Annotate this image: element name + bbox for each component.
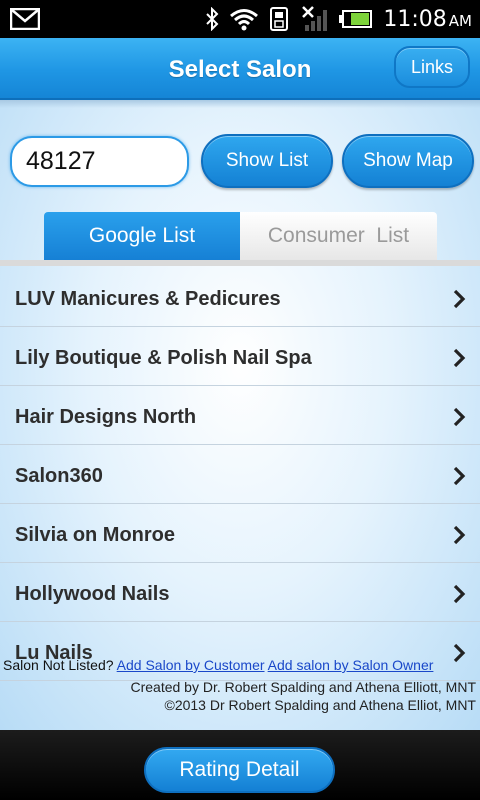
app-header: Select Salon Links — [0, 38, 480, 100]
credit-line: Created by Dr. Robert Spalding and Athen… — [130, 679, 476, 695]
clock: 11:08 AM — [383, 6, 472, 32]
salon-name: Salon360 — [15, 465, 103, 487]
salon-not-listed-row: Salon Not Listed? Add Salon by Customer … — [3, 657, 433, 673]
copyright-line: ©2013 Dr Robert Spalding and Athena Elli… — [164, 697, 477, 713]
sd-card-icon — [270, 7, 289, 31]
chevron-right-icon — [453, 466, 466, 486]
list-item[interactable]: Lily Boutique & Polish Nail Spa — [0, 327, 480, 386]
tab-google-list[interactable]: Google List — [44, 212, 240, 260]
bluetooth-icon — [206, 7, 219, 31]
gmail-icon — [10, 8, 40, 30]
list-item[interactable]: LUV Manicures & Pedicures — [0, 268, 480, 327]
tab-consumer-list-label: Consumer List — [267, 224, 410, 247]
chevron-right-icon — [453, 525, 466, 545]
tab-consumer-list[interactable]: Consumer List — [240, 212, 437, 260]
add-salon-by-customer-link[interactable]: Add Salon by Customer — [117, 657, 265, 673]
list-item[interactable]: Hollywood Nails — [0, 563, 480, 622]
chevron-right-icon — [453, 348, 466, 368]
salon-name: Hollywood Nails — [15, 583, 170, 605]
salon-name: Hair Designs North — [15, 406, 197, 428]
zip-code-input[interactable]: 48127 — [10, 136, 189, 187]
battery-icon — [339, 10, 373, 28]
wifi-icon — [230, 9, 259, 31]
chevron-right-icon — [453, 407, 466, 427]
list-item[interactable]: Hair Designs North — [0, 386, 480, 445]
bottom-bar: Rating Detail — [0, 730, 480, 800]
rating-detail-button[interactable]: Rating Detail — [144, 747, 335, 793]
chevron-right-icon — [453, 289, 466, 309]
salon-list: LUV Manicures & Pedicures Lily Boutique … — [0, 268, 480, 681]
salon-name: Silvia on Monroe — [15, 524, 176, 546]
main-content: 48127 Show List Show Map Google List Con… — [0, 100, 480, 730]
links-button[interactable]: Links — [394, 46, 470, 88]
signal-icon — [302, 6, 328, 31]
list-source-tabs: Google List Consumer List — [44, 212, 437, 260]
add-salon-by-owner-link[interactable]: Add salon by Salon Owner — [268, 657, 434, 673]
show-list-button[interactable]: Show List — [201, 134, 333, 188]
header-shadow — [0, 100, 480, 108]
tab-underline — [0, 260, 480, 266]
status-bar: 11:08 AM — [0, 0, 480, 38]
not-listed-label: Salon Not Listed? — [3, 657, 114, 673]
list-item[interactable]: Silvia on Monroe — [0, 504, 480, 563]
footer-info: Salon Not Listed? Add Salon by Customer … — [0, 655, 480, 730]
system-tray: 11:08 AM — [205, 0, 472, 38]
chevron-right-icon — [453, 584, 466, 604]
salon-name: Lily Boutique & Polish Nail Spa — [15, 347, 312, 369]
list-item[interactable]: Salon360 — [0, 445, 480, 504]
show-map-button[interactable]: Show Map — [342, 134, 474, 188]
salon-name: LUV Manicures & Pedicures — [15, 288, 281, 310]
